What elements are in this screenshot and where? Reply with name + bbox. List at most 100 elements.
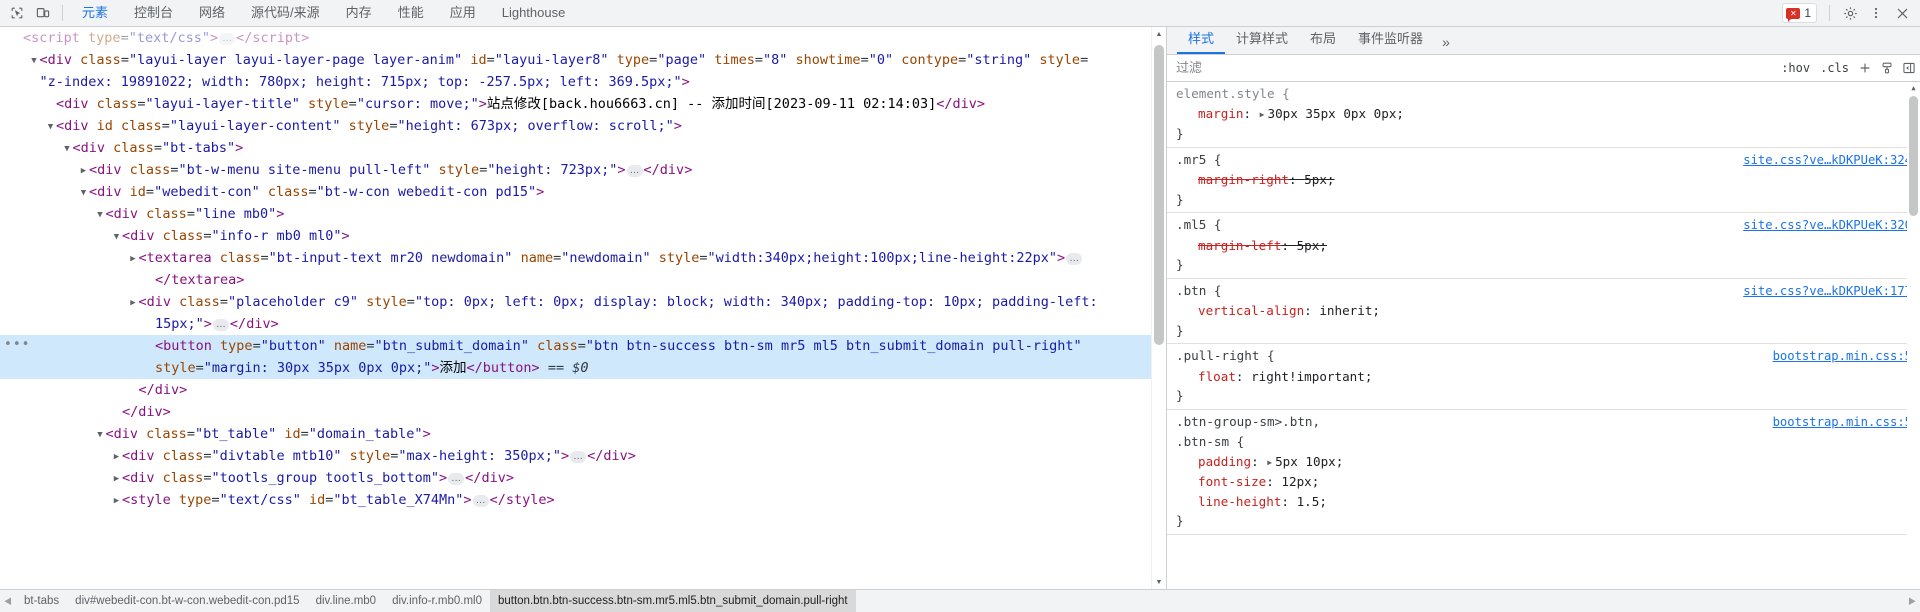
dom-tree-row[interactable]: <div id="webedit-con" class="bt-w-con we… (0, 181, 1166, 203)
css-property-name[interactable]: margin-left (1198, 238, 1281, 253)
twisty-closed-icon[interactable] (111, 446, 122, 468)
breadcrumb-item[interactable]: div.line.mb0 (308, 590, 385, 612)
dom-tree-row[interactable]: <div class="layui-layer-title" style="cu… (0, 93, 1166, 115)
dom-tree-row[interactable]: <style type="text/css" id="bt_table_X74M… (0, 489, 1166, 511)
tab-layout[interactable]: 布局 (1299, 29, 1347, 54)
tab-memory[interactable]: 内存 (333, 0, 385, 26)
expand-shorthand-icon[interactable]: ▶ (1267, 453, 1272, 473)
css-property-value[interactable]: inherit; (1319, 303, 1380, 318)
tab-sources[interactable]: 源代码/来源 (238, 0, 333, 26)
css-selector[interactable]: .pull-right { (1176, 346, 1275, 366)
css-property-name[interactable]: font-size (1198, 474, 1266, 489)
breadcrumb-scroll-left-icon[interactable]: ◀ (0, 596, 16, 607)
css-selector[interactable]: .ml5 { (1176, 215, 1222, 235)
toggle-device-toolbar-icon[interactable] (30, 0, 56, 26)
twisty-open-icon[interactable] (95, 424, 106, 446)
scroll-down-icon[interactable]: ▼ (1152, 575, 1166, 589)
css-declaration[interactable]: line-height: 1.5; (1167, 492, 1920, 512)
twisty-open-icon[interactable] (45, 116, 56, 138)
css-rule-source-link[interactable]: bootstrap.min.css:5 (1773, 413, 1920, 433)
css-property-name[interactable]: line-height (1198, 494, 1281, 509)
twisty-open-icon[interactable] (111, 226, 122, 248)
toggle-sidebar-icon[interactable] (1898, 57, 1920, 79)
error-count-badge[interactable]: ✕ 1 (1782, 3, 1817, 23)
dom-tree-row[interactable]: <div class="info-r mb0 ml0"> (0, 225, 1166, 247)
dom-tree-row[interactable]: <textarea class="bt-input-text mr20 newd… (0, 247, 1166, 269)
css-declaration[interactable]: float: right!important; (1167, 367, 1920, 387)
css-rule-source-link[interactable]: bootstrap.min.css:5 (1773, 347, 1920, 367)
breadcrumb-item[interactable]: button.btn.btn-success.btn-sm.mr5.ml5.bt… (489, 590, 856, 612)
css-declaration[interactable]: margin-right: 5px; (1167, 170, 1920, 190)
dom-tree-row[interactable]: <div class="bt-w-menu site-menu pull-lef… (0, 159, 1166, 181)
dom-tree-row[interactable]: style="margin: 30px 35px 0px 0px;">添加</b… (0, 357, 1166, 379)
css-property-value[interactable]: 30px 35px 0px 0px; (1268, 106, 1404, 121)
dom-tree-row[interactable]: <div class="layui-layer layui-layer-page… (0, 49, 1166, 71)
css-selector-2[interactable]: .btn-sm { (1176, 432, 1244, 452)
cls-toggle-button[interactable]: .cls (1815, 61, 1854, 75)
css-declaration[interactable]: font-size: 12px; (1167, 472, 1920, 492)
tab-styles[interactable]: 样式 (1177, 29, 1226, 54)
breadcrumb-scroll-right-icon[interactable]: ▶ (1904, 596, 1920, 607)
css-property-value[interactable]: 5px; (1297, 238, 1327, 253)
dom-tree-row[interactable]: <div class="bt_table" id="domain_table"> (0, 423, 1166, 445)
inspect-element-icon[interactable] (4, 0, 30, 26)
dom-tree-row[interactable]: <div class="divtable mtb10" style="max-h… (0, 445, 1166, 467)
tab-lighthouse[interactable]: Lighthouse (489, 0, 579, 26)
twisty-closed-icon[interactable] (78, 160, 89, 182)
dom-tree-row[interactable]: </div> (0, 379, 1166, 401)
close-icon[interactable] (1890, 1, 1914, 25)
css-property-value[interactable]: 12px; (1281, 474, 1319, 489)
css-selector[interactable]: .mr5 { (1176, 150, 1222, 170)
css-property-name[interactable]: float (1198, 369, 1236, 384)
css-property-name[interactable]: padding (1198, 454, 1251, 469)
css-rule-source-link[interactable]: site.css?ve…kDKPUeK:177 (1743, 282, 1920, 302)
twisty-open-icon[interactable] (78, 182, 89, 204)
tab-console[interactable]: 控制台 (121, 0, 186, 26)
css-declaration[interactable]: vertical-align: inherit; (1167, 301, 1920, 321)
new-style-rule-icon[interactable] (1876, 57, 1898, 79)
breadcrumb-item[interactable]: div#webedit-con.bt-w-con.webedit-con.pd1… (67, 590, 307, 612)
breadcrumb-item[interactable]: bt-tabs (16, 590, 67, 612)
dom-tree-row[interactable]: </div> (0, 401, 1166, 423)
dom-tree-scroll[interactable]: <script type="text/css">…</script><div c… (0, 27, 1166, 589)
tab-computed[interactable]: 计算样式 (1225, 29, 1299, 54)
tab-network[interactable]: 网络 (186, 0, 238, 26)
twisty-closed-icon[interactable] (111, 468, 122, 490)
css-selector[interactable]: element.style { (1176, 84, 1290, 104)
styles-scroll-up-icon[interactable]: ▲ (1907, 82, 1920, 95)
dom-tree-scrollbar[interactable]: ▲ ▼ (1151, 27, 1166, 589)
more-tabs-icon[interactable]: » (1434, 34, 1458, 54)
twisty-closed-icon[interactable] (128, 292, 139, 314)
css-property-name[interactable]: vertical-align (1198, 303, 1304, 318)
css-property-value[interactable]: 1.5; (1297, 494, 1327, 509)
css-declaration[interactable]: margin-left: 5px; (1167, 236, 1920, 256)
css-declaration[interactable]: margin: ▶ 30px 35px 0px 0px; (1167, 104, 1920, 125)
css-declaration[interactable]: padding: ▶ 5px 10px; (1167, 452, 1920, 473)
css-property-name[interactable]: margin-right (1198, 172, 1289, 187)
css-selector[interactable]: .btn { (1176, 281, 1222, 301)
dom-tree-row[interactable]: </textarea> (0, 269, 1166, 291)
dom-tree-row[interactable]: <div class="placeholder c9" style="top: … (0, 291, 1166, 313)
dom-tree-row[interactable]: 15px;">… </div> (0, 313, 1166, 335)
tab-performance[interactable]: 性能 (385, 0, 437, 26)
twisty-closed-icon[interactable] (128, 248, 139, 270)
breadcrumb-item[interactable]: div.info-r.mb0.ml0 (384, 590, 490, 612)
row-menu-icon[interactable]: ••• (4, 335, 30, 357)
scroll-up-icon[interactable]: ▲ (1152, 27, 1166, 41)
styles-filter-input[interactable] (1167, 55, 1777, 81)
dom-tree-row[interactable]: ••• <button type="button" name="btn_submi… (0, 335, 1166, 357)
dom-tree-row[interactable]: <div class="line mb0"> (0, 203, 1166, 225)
css-rule-source-link[interactable]: site.css?ve…kDKPUeK:324 (1743, 151, 1920, 171)
css-property-value[interactable]: right!important; (1251, 369, 1372, 384)
dom-tree-row[interactable]: "z-index: 19891022; width: 780px; height… (0, 71, 1166, 93)
kebab-menu-icon[interactable] (1864, 1, 1888, 25)
expand-shorthand-icon[interactable]: ▶ (1260, 105, 1265, 125)
dom-scrollbar-thumb[interactable] (1154, 45, 1164, 345)
styles-scrollbar-thumb[interactable] (1909, 96, 1918, 216)
css-property-value[interactable]: 5px; (1304, 172, 1334, 187)
twisty-open-icon[interactable] (29, 50, 40, 72)
css-property-value[interactable]: 5px 10px; (1275, 454, 1343, 469)
plus-icon[interactable] (1854, 57, 1876, 79)
dom-tree-row[interactable]: <script type="text/css">… </script> (0, 27, 1166, 49)
twisty-open-icon[interactable] (62, 138, 73, 160)
